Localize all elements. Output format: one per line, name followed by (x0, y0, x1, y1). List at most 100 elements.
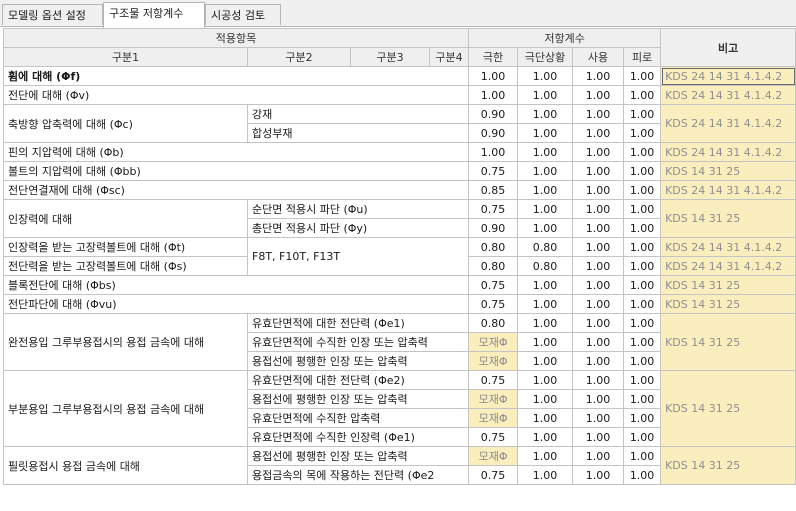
fatigue-cell[interactable]: 1.00 (623, 294, 662, 314)
extreme-cell[interactable]: 1.00 (517, 408, 574, 428)
fatigue-cell[interactable]: 1.00 (623, 142, 662, 162)
service-cell[interactable]: 1.00 (572, 218, 625, 238)
remark-cell[interactable]: KDS 14 31 25 (660, 161, 796, 181)
service-cell[interactable]: 1.00 (572, 256, 625, 276)
service-cell[interactable]: 1.00 (572, 123, 625, 143)
limit-cell[interactable]: 0.75 (468, 427, 519, 447)
extreme-cell[interactable]: 1.00 (517, 275, 574, 295)
service-cell[interactable]: 1.00 (572, 446, 625, 466)
service-cell[interactable]: 1.00 (572, 313, 625, 333)
extreme-cell[interactable]: 1.00 (517, 351, 574, 371)
service-cell[interactable]: 1.00 (572, 351, 625, 371)
remark-cell[interactable]: KDS 14 31 25 (660, 199, 796, 238)
extreme-cell[interactable]: 1.00 (517, 465, 574, 485)
fatigue-cell[interactable]: 1.00 (623, 66, 662, 86)
service-cell[interactable]: 1.00 (572, 104, 625, 124)
limit-cell[interactable]: 0.90 (468, 218, 519, 238)
tab-structural-resistance[interactable]: 구조물 저항계수 (103, 2, 205, 28)
extreme-cell[interactable]: 1.00 (517, 161, 574, 181)
extreme-cell[interactable]: 0.80 (517, 256, 574, 276)
limit-cell[interactable]: 1.00 (468, 66, 519, 86)
extreme-cell[interactable]: 1.00 (517, 427, 574, 447)
remark-cell[interactable]: KDS 14 31 25 (660, 294, 796, 314)
service-cell[interactable]: 1.00 (572, 180, 625, 200)
service-cell[interactable]: 1.00 (572, 66, 625, 86)
limit-cell[interactable]: 0.75 (468, 370, 519, 390)
limit-cell[interactable]: 모재Φ (468, 408, 519, 428)
service-cell[interactable]: 1.00 (572, 275, 625, 295)
remark-cell[interactable]: KDS 24 14 31 4.1.4.2 (660, 104, 796, 143)
extreme-cell[interactable]: 1.00 (517, 389, 574, 409)
remark-cell[interactable]: KDS 14 31 25 (660, 446, 796, 485)
limit-cell[interactable]: 모재Φ (468, 332, 519, 352)
extreme-cell[interactable]: 1.00 (517, 180, 574, 200)
extreme-cell[interactable]: 1.00 (517, 332, 574, 352)
limit-cell[interactable]: 0.75 (468, 161, 519, 181)
remark-cell[interactable]: KDS 14 31 25 (660, 313, 796, 371)
limit-cell[interactable]: 0.80 (468, 313, 519, 333)
limit-cell[interactable]: 0.85 (468, 180, 519, 200)
extreme-cell[interactable]: 1.00 (517, 66, 574, 86)
extreme-cell[interactable]: 0.80 (517, 237, 574, 257)
extreme-cell[interactable]: 1.00 (517, 123, 574, 143)
fatigue-cell[interactable]: 1.00 (623, 161, 662, 181)
service-cell[interactable]: 1.00 (572, 142, 625, 162)
fatigue-cell[interactable]: 1.00 (623, 465, 662, 485)
service-cell[interactable]: 1.00 (572, 370, 625, 390)
limit-cell[interactable]: 0.75 (468, 294, 519, 314)
limit-cell[interactable]: 모재Φ (468, 389, 519, 409)
service-cell[interactable]: 1.00 (572, 161, 625, 181)
remark-cell[interactable]: KDS 24 14 31 4.1.4.2 (660, 180, 796, 200)
remark-cell[interactable]: KDS 24 14 31 4.1.4.2 (660, 66, 796, 86)
remark-cell[interactable]: KDS 14 31 25 (660, 370, 796, 447)
service-cell[interactable]: 1.00 (572, 427, 625, 447)
limit-cell[interactable]: 0.80 (468, 256, 519, 276)
fatigue-cell[interactable]: 1.00 (623, 275, 662, 295)
limit-cell[interactable]: 1.00 (468, 142, 519, 162)
extreme-cell[interactable]: 1.00 (517, 104, 574, 124)
fatigue-cell[interactable]: 1.00 (623, 332, 662, 352)
limit-cell[interactable]: 0.90 (468, 104, 519, 124)
service-cell[interactable]: 1.00 (572, 85, 625, 105)
limit-cell[interactable]: 1.00 (468, 85, 519, 105)
service-cell[interactable]: 1.00 (572, 408, 625, 428)
fatigue-cell[interactable]: 1.00 (623, 180, 662, 200)
service-cell[interactable]: 1.00 (572, 199, 625, 219)
remark-cell[interactable]: KDS 14 31 25 (660, 275, 796, 295)
tab-modeling-options[interactable]: 모델링 옵션 설정 (2, 4, 103, 25)
remark-cell[interactable]: KDS 24 14 31 4.1.4.2 (660, 85, 796, 105)
extreme-cell[interactable]: 1.00 (517, 446, 574, 466)
limit-cell[interactable]: 모재Φ (468, 351, 519, 371)
limit-cell[interactable]: 0.75 (468, 275, 519, 295)
limit-cell[interactable]: 모재Φ (468, 446, 519, 466)
fatigue-cell[interactable]: 1.00 (623, 427, 662, 447)
extreme-cell[interactable]: 1.00 (517, 294, 574, 314)
fatigue-cell[interactable]: 1.00 (623, 256, 662, 276)
limit-cell[interactable]: 0.75 (468, 199, 519, 219)
limit-cell[interactable]: 0.90 (468, 123, 519, 143)
fatigue-cell[interactable]: 1.00 (623, 370, 662, 390)
service-cell[interactable]: 1.00 (572, 389, 625, 409)
fatigue-cell[interactable]: 1.00 (623, 313, 662, 333)
service-cell[interactable]: 1.00 (572, 465, 625, 485)
fatigue-cell[interactable]: 1.00 (623, 237, 662, 257)
service-cell[interactable]: 1.00 (572, 237, 625, 257)
remark-cell[interactable]: KDS 24 14 31 4.1.4.2 (660, 256, 796, 276)
extreme-cell[interactable]: 1.00 (517, 370, 574, 390)
extreme-cell[interactable]: 1.00 (517, 218, 574, 238)
fatigue-cell[interactable]: 1.00 (623, 408, 662, 428)
tab-constructability[interactable]: 시공성 검토 (205, 4, 281, 25)
extreme-cell[interactable]: 1.00 (517, 142, 574, 162)
fatigue-cell[interactable]: 1.00 (623, 85, 662, 105)
remark-cell[interactable]: KDS 24 14 31 4.1.4.2 (660, 142, 796, 162)
remark-cell[interactable]: KDS 24 14 31 4.1.4.2 (660, 237, 796, 257)
fatigue-cell[interactable]: 1.00 (623, 199, 662, 219)
fatigue-cell[interactable]: 1.00 (623, 351, 662, 371)
extreme-cell[interactable]: 1.00 (517, 313, 574, 333)
limit-cell[interactable]: 0.80 (468, 237, 519, 257)
fatigue-cell[interactable]: 1.00 (623, 389, 662, 409)
fatigue-cell[interactable]: 1.00 (623, 446, 662, 466)
extreme-cell[interactable]: 1.00 (517, 85, 574, 105)
service-cell[interactable]: 1.00 (572, 332, 625, 352)
fatigue-cell[interactable]: 1.00 (623, 104, 662, 124)
